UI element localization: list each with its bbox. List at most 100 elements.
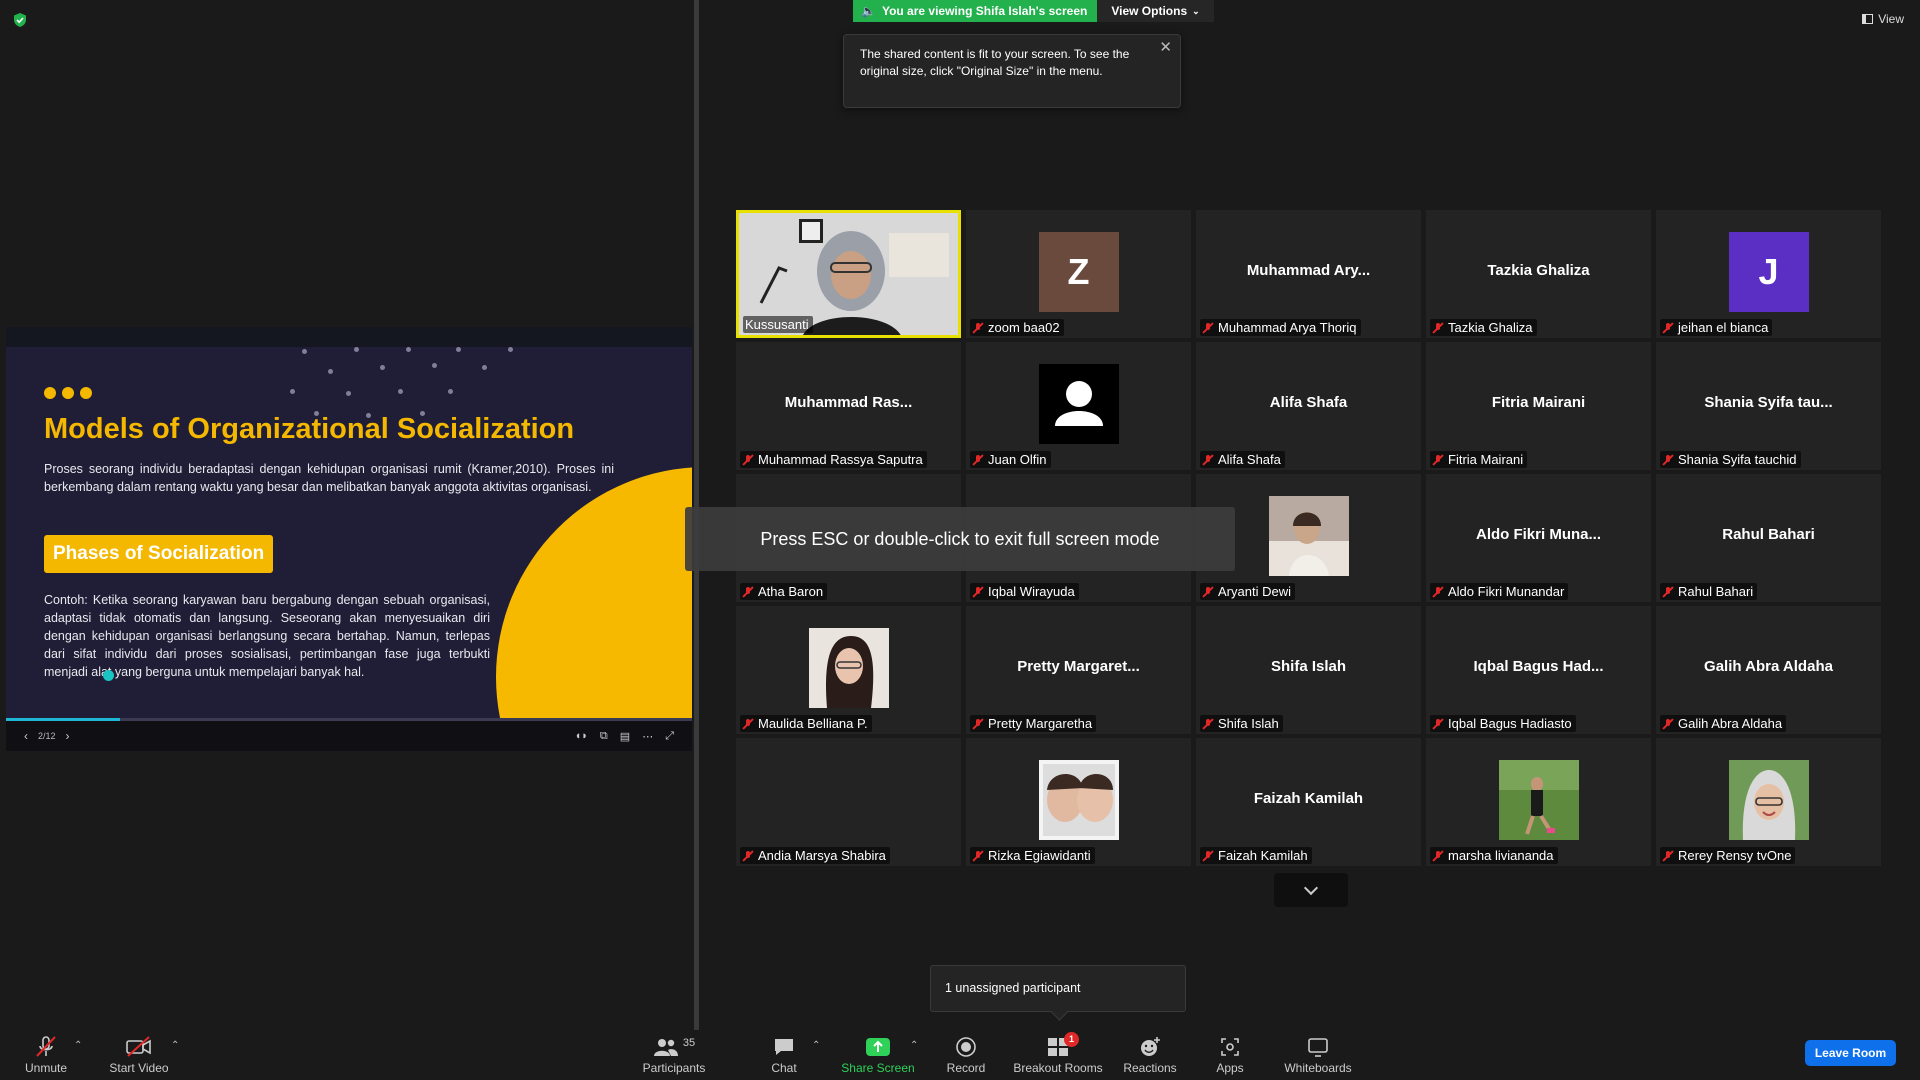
unassigned-participant-tooltip[interactable]: 1 unassigned participant xyxy=(930,965,1186,1012)
participant-tile[interactable]: Rizka Egiawidanti xyxy=(966,738,1191,866)
participant-tile[interactable]: Kussusanti xyxy=(736,210,961,338)
apps-button[interactable]: Apps xyxy=(1210,1030,1250,1080)
participant-name: Andia Marsya Shabira xyxy=(758,848,886,863)
participant-tile[interactable]: marsha liviananda xyxy=(1426,738,1651,866)
captions-icon[interactable]: ▤ xyxy=(620,730,630,743)
participant-name-label: Aldo Fikri Munandar xyxy=(1430,583,1569,600)
participant-display-name: Rahul Bahari xyxy=(1722,526,1815,543)
participant-name-label: Kussusanti xyxy=(743,316,813,333)
leave-room-button[interactable]: Leave Room xyxy=(1805,1040,1896,1066)
microphone-muted-icon xyxy=(1202,850,1214,862)
participant-name: Iqbal Bagus Hadiasto xyxy=(1448,716,1572,731)
slide-controls: ‹ 2/12 › ◖◗ ⧉ ▤ ⋯ ⤢ xyxy=(6,721,692,751)
participant-tile[interactable]: Muhammad Ras... Muhammad Rassya Saputra xyxy=(736,342,961,470)
participant-tile[interactable]: Alifa Shafa Alifa Shafa xyxy=(1196,342,1421,470)
participant-tile[interactable]: Shifa Islah Shifa Islah xyxy=(1196,606,1421,734)
microphone-muted-icon xyxy=(1662,850,1674,862)
participant-name-label: Rizka Egiawidanti xyxy=(970,847,1095,864)
participant-tile[interactable]: Galih Abra Aldaha Galih Abra Aldaha xyxy=(1656,606,1881,734)
participant-name-label: Aryanti Dewi xyxy=(1200,583,1295,600)
next-slide-icon[interactable]: › xyxy=(66,729,70,743)
participant-name-label: Muhammad Rassya Saputra xyxy=(740,451,927,468)
participant-tile[interactable]: Tazkia Ghaliza Tazkia Ghaliza xyxy=(1426,210,1651,338)
participant-tile[interactable]: Fitria Mairani Fitria Mairani xyxy=(1426,342,1651,470)
participant-name-label: Shania Syifa tauchid xyxy=(1660,451,1801,468)
breakout-badge: 1 xyxy=(1064,1031,1079,1047)
unmute-button[interactable]: Unmute xyxy=(18,1030,74,1080)
share-options-chevron-icon[interactable]: ⌃ xyxy=(910,1040,918,1051)
decorative-dots-row xyxy=(44,387,92,399)
reactions-button[interactable]: Reactions xyxy=(1123,1030,1177,1080)
participant-tile[interactable]: Jjeihan el bianca xyxy=(1656,210,1881,338)
participant-tile[interactable]: Maulida Belliana P. xyxy=(736,606,961,734)
share-screen-button[interactable]: Share Screen xyxy=(838,1030,918,1080)
audio-options-chevron-icon[interactable]: ⌃ xyxy=(74,1040,82,1051)
presentation-viewer: Models of Organizational Socialization P… xyxy=(6,327,692,751)
chevron-down-icon: ⌄ xyxy=(1192,5,1200,16)
participant-display-name: Muhammad Ras... xyxy=(784,394,913,411)
participant-display-name: Pretty Margaret... xyxy=(1017,658,1140,675)
record-icon xyxy=(955,1036,977,1058)
participant-tile[interactable]: Faizah Kamilah Faizah Kamilah xyxy=(1196,738,1421,866)
participant-tile[interactable]: Pretty Margaret... Pretty Margaretha xyxy=(966,606,1191,734)
fullscreen-icon[interactable]: ⤢ xyxy=(665,730,674,743)
microphone-muted-icon xyxy=(1202,454,1214,466)
participant-name: zoom baa02 xyxy=(988,320,1060,335)
close-icon[interactable]: ✕ xyxy=(1159,39,1172,56)
next-page-button[interactable] xyxy=(1274,873,1348,907)
slide-body-text: Contoh: Ketika seorang karyawan baru ber… xyxy=(44,593,490,679)
share-banner: 🔈 You are viewing Shifa Islah's screen V… xyxy=(853,0,1214,22)
participant-photo xyxy=(1498,760,1579,840)
prev-slide-icon[interactable]: ‹ xyxy=(24,729,28,743)
participant-tile[interactable]: Iqbal Bagus Had... Iqbal Bagus Hadiasto xyxy=(1426,606,1651,734)
chat-options-chevron-icon[interactable]: ⌃ xyxy=(812,1040,820,1051)
audio-icon[interactable]: ◖◗ xyxy=(575,730,588,743)
participant-tile[interactable]: Juan Olfin xyxy=(966,342,1191,470)
participants-button[interactable]: 35 Participants xyxy=(636,1030,712,1080)
microphone-muted-icon xyxy=(1432,850,1444,862)
view-button[interactable]: View xyxy=(1862,12,1904,26)
participant-name: Rahul Bahari xyxy=(1678,584,1754,599)
microphone-muted-icon xyxy=(1432,718,1444,730)
record-button[interactable]: Record xyxy=(942,1030,990,1080)
participant-tile[interactable]: Zzoom baa02 xyxy=(966,210,1191,338)
whiteboards-button[interactable]: Whiteboards xyxy=(1282,1030,1354,1080)
slide-title: Models of Organizational Socialization xyxy=(44,413,575,445)
participant-name-label: Shifa Islah xyxy=(1200,715,1283,732)
microphone-muted-icon xyxy=(972,586,984,598)
participant-tile[interactable]: Rahul Bahari Rahul Bahari xyxy=(1656,474,1881,602)
start-video-button[interactable]: Start Video xyxy=(104,1030,174,1080)
breakout-rooms-label: Breakout Rooms xyxy=(1013,1060,1103,1075)
whiteboards-label: Whiteboards xyxy=(1284,1060,1352,1075)
participant-display-name: Faizah Kamilah xyxy=(1253,790,1364,807)
view-options-button[interactable]: View Options ⌄ xyxy=(1097,0,1214,22)
participant-tile[interactable]: Aldo Fikri Muna... Aldo Fikri Munandar xyxy=(1426,474,1651,602)
view-label: View xyxy=(1878,12,1904,26)
participant-name: Aryanti Dewi xyxy=(1218,584,1291,599)
participant-tile[interactable]: Rerey Rensy tvOne xyxy=(1656,738,1881,866)
participant-avatar: Z xyxy=(1038,232,1119,312)
unmute-label: Unmute xyxy=(24,1060,68,1075)
decorative-dots xyxy=(286,347,546,418)
microphone-muted-icon xyxy=(742,586,754,598)
participant-tile[interactable]: Andia Marsya Shabira xyxy=(736,738,961,866)
default-avatar-icon xyxy=(1038,364,1119,444)
breakout-rooms-button[interactable]: 1 Breakout Rooms xyxy=(1012,1030,1104,1080)
video-options-chevron-icon[interactable]: ⌃ xyxy=(171,1040,179,1051)
apps-icon xyxy=(1220,1036,1240,1058)
participant-tile[interactable]: Shania Syifa tau... Shania Syifa tauchid xyxy=(1656,342,1881,470)
chat-button[interactable]: Chat xyxy=(764,1030,804,1080)
microphone-muted-icon xyxy=(1202,586,1214,598)
more-icon[interactable]: ⋯ xyxy=(642,730,653,743)
breakout-rooms-icon: 1 xyxy=(1047,1031,1079,1058)
participant-name: Fitria Mairani xyxy=(1448,452,1524,467)
participant-name: Juan Olfin xyxy=(988,452,1047,467)
participants-label: Participants xyxy=(642,1060,706,1075)
participant-tile[interactable]: Muhammad Ary... Muhammad Arya Thoriq xyxy=(1196,210,1421,338)
participant-avatar: J xyxy=(1728,232,1809,312)
copy-icon[interactable]: ⧉ xyxy=(600,730,608,743)
participant-name: marsha liviananda xyxy=(1448,848,1554,863)
shield-icon[interactable] xyxy=(12,12,28,28)
microphone-muted-icon xyxy=(1662,586,1674,598)
participant-name: jeihan el bianca xyxy=(1678,320,1769,335)
